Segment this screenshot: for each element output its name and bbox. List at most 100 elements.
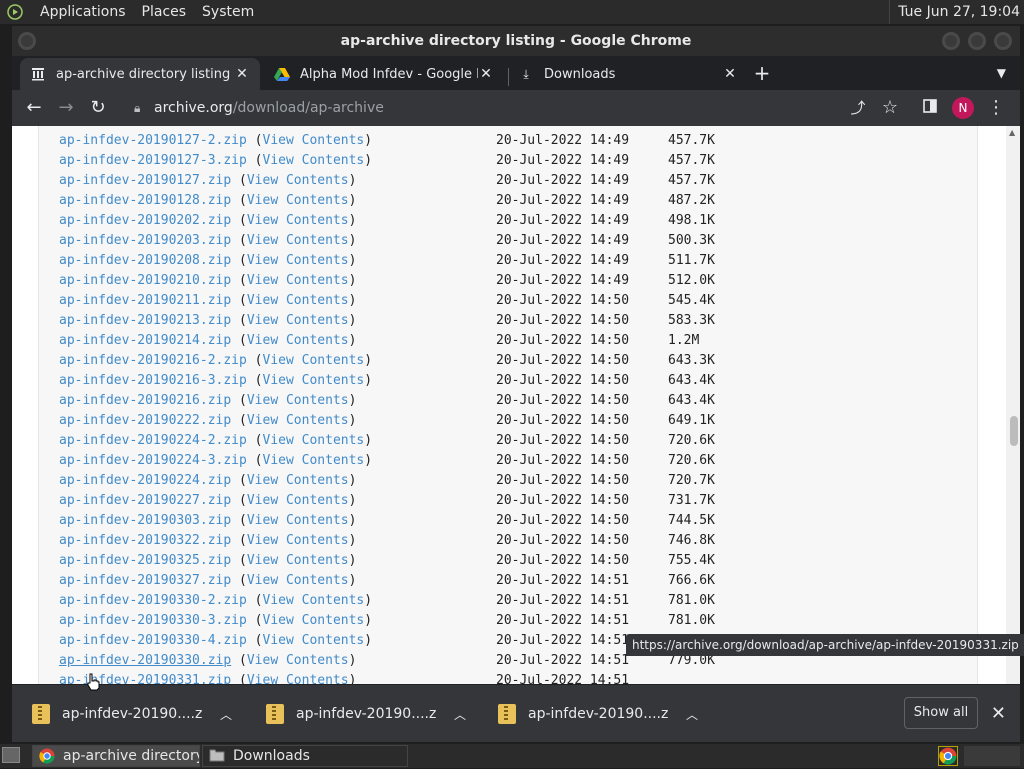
view-contents-link[interactable]: View Contents bbox=[247, 253, 349, 268]
forward-button[interactable]: → bbox=[54, 96, 78, 120]
file-link[interactable]: ap-infdev-20190224-3.zip bbox=[59, 453, 247, 468]
file-link[interactable]: ap-infdev-20190227.zip bbox=[59, 493, 231, 508]
more-menu-icon[interactable]: ⋮ bbox=[984, 96, 1008, 120]
bookmark-star-icon[interactable]: ☆ bbox=[878, 96, 902, 120]
reload-button[interactable]: ↻ bbox=[86, 96, 110, 120]
show-desktop-icon[interactable] bbox=[2, 747, 20, 763]
file-link[interactable]: ap-infdev-20190127-2.zip bbox=[59, 133, 247, 148]
file-link[interactable]: ap-infdev-20190330-3.zip bbox=[59, 613, 247, 628]
file-link[interactable]: ap-infdev-20190213.zip bbox=[59, 313, 231, 328]
window-titlebar[interactable]: ap-archive directory listing - Google Ch… bbox=[12, 26, 1020, 56]
maximize-button[interactable] bbox=[968, 32, 986, 50]
view-contents-link[interactable]: View Contents bbox=[263, 593, 365, 608]
tab-downloads[interactable]: ⤓ Downloads ✕ bbox=[508, 58, 748, 90]
file-link[interactable]: ap-infdev-20190211.zip bbox=[59, 293, 231, 308]
view-contents-link[interactable]: View Contents bbox=[247, 233, 349, 248]
file-link[interactable]: ap-infdev-20190330-4.zip bbox=[59, 633, 247, 648]
download-item[interactable]: ap-infdev-20190....zip ︿ bbox=[498, 697, 702, 731]
chevron-up-icon[interactable]: ︿ bbox=[216, 706, 236, 723]
view-contents-link[interactable]: View Contents bbox=[247, 333, 349, 348]
view-contents-link[interactable]: View Contents bbox=[247, 533, 349, 548]
view-contents-link[interactable]: View Contents bbox=[247, 213, 349, 228]
close-tab-icon[interactable]: ✕ bbox=[234, 66, 250, 82]
chevron-up-icon[interactable]: ︿ bbox=[682, 706, 702, 723]
file-link[interactable]: ap-infdev-20190327.zip bbox=[59, 573, 231, 588]
view-contents-link[interactable]: View Contents bbox=[263, 133, 365, 148]
share-icon[interactable]: ⤴ bbox=[846, 96, 870, 120]
taskbar-item-chrome[interactable]: ap-archive directory... bbox=[32, 745, 200, 767]
distro-logo-icon[interactable] bbox=[6, 3, 24, 21]
show-all-button[interactable]: Show all bbox=[904, 697, 978, 729]
close-tab-icon[interactable]: ✕ bbox=[722, 66, 738, 82]
lock-icon[interactable]: 🔒︎ bbox=[134, 94, 140, 122]
view-contents-link[interactable]: View Contents bbox=[247, 293, 349, 308]
minimize-button[interactable] bbox=[942, 32, 960, 50]
view-contents-link[interactable]: View Contents bbox=[247, 273, 349, 288]
scrollbar-thumb[interactable] bbox=[1010, 416, 1018, 446]
file-link[interactable]: ap-infdev-20190214.zip bbox=[59, 333, 231, 348]
workspace-switcher[interactable] bbox=[964, 746, 1020, 766]
file-link[interactable]: ap-infdev-20190216-3.zip bbox=[59, 373, 247, 388]
file-link[interactable]: ap-infdev-20190325.zip bbox=[59, 553, 231, 568]
view-contents-link[interactable]: View Contents bbox=[247, 173, 349, 188]
view-contents-link[interactable]: View Contents bbox=[247, 193, 349, 208]
side-panel-icon[interactable] bbox=[918, 96, 942, 120]
close-window-button[interactable] bbox=[994, 32, 1012, 50]
file-link[interactable]: ap-infdev-20190222.zip bbox=[59, 413, 231, 428]
tab-ap-archive[interactable]: ap-archive directory listing ✕ bbox=[20, 58, 260, 90]
view-contents-link[interactable]: View Contents bbox=[247, 393, 349, 408]
file-link[interactable]: ap-infdev-20190303.zip bbox=[59, 513, 231, 528]
close-tab-icon[interactable]: ✕ bbox=[478, 66, 494, 82]
view-contents-link[interactable]: View Contents bbox=[247, 413, 349, 428]
view-contents-link[interactable]: View Contents bbox=[247, 493, 349, 508]
new-tab-button[interactable]: + bbox=[750, 62, 774, 86]
profile-avatar[interactable]: N bbox=[952, 97, 974, 119]
vertical-scrollbar[interactable]: ▲ bbox=[1006, 126, 1020, 684]
file-link[interactable]: ap-infdev-20190330-2.zip bbox=[59, 593, 247, 608]
applications-menu[interactable]: Applications bbox=[32, 0, 134, 24]
view-contents-link[interactable]: View Contents bbox=[247, 573, 349, 588]
download-item[interactable]: ap-infdev-20190....zip ︿ bbox=[32, 697, 236, 731]
file-link[interactable]: ap-infdev-20190208.zip bbox=[59, 253, 231, 268]
file-link[interactable]: ap-infdev-20190224.zip bbox=[59, 473, 231, 488]
file-link[interactable]: ap-infdev-20190203.zip bbox=[59, 233, 231, 248]
back-button[interactable]: ← bbox=[22, 96, 46, 120]
file-link[interactable]: ap-infdev-20190127.zip bbox=[59, 173, 231, 188]
view-contents-link[interactable]: View Contents bbox=[263, 633, 365, 648]
chevron-up-icon[interactable]: ︿ bbox=[450, 706, 470, 723]
file-link[interactable]: ap-infdev-20190216-2.zip bbox=[59, 353, 247, 368]
file-link[interactable]: ap-infdev-20190330.zip bbox=[59, 653, 231, 668]
file-link[interactable]: ap-infdev-20190216.zip bbox=[59, 393, 231, 408]
file-link[interactable]: ap-infdev-20190322.zip bbox=[59, 533, 231, 548]
view-contents-link[interactable]: View Contents bbox=[247, 313, 349, 328]
taskbar-item-downloads[interactable]: Downloads bbox=[202, 745, 408, 767]
scroll-up-icon[interactable]: ▲ bbox=[1009, 128, 1015, 137]
view-contents-link[interactable]: View Contents bbox=[263, 453, 365, 468]
file-link[interactable]: ap-infdev-20190127-3.zip bbox=[59, 153, 247, 168]
file-link[interactable]: ap-infdev-20190128.zip bbox=[59, 193, 231, 208]
system-menu[interactable]: System bbox=[194, 0, 262, 24]
tab-search-chevron-icon[interactable]: ▼ bbox=[997, 66, 1006, 80]
view-contents-link[interactable]: View Contents bbox=[263, 613, 365, 628]
view-contents-link[interactable]: View Contents bbox=[263, 153, 365, 168]
address-bar[interactable]: 🔒︎ archive.org/download/ap-archive bbox=[124, 94, 908, 122]
file-link[interactable]: ap-infdev-20190202.zip bbox=[59, 213, 231, 228]
view-contents-link[interactable]: View Contents bbox=[263, 433, 365, 448]
file-link[interactable]: ap-infdev-20190224-2.zip bbox=[59, 433, 247, 448]
view-contents-link[interactable]: View Contents bbox=[247, 513, 349, 528]
tab-google-drive[interactable]: Alpha Mod Infdev - Google Dri ✕ bbox=[264, 58, 504, 90]
file-link[interactable]: ap-infdev-20190331.zip bbox=[59, 673, 231, 684]
view-contents-link[interactable]: View Contents bbox=[247, 673, 349, 684]
download-item[interactable]: ap-infdev-20190....zip ︿ bbox=[266, 697, 470, 731]
view-contents-link[interactable]: View Contents bbox=[247, 553, 349, 568]
view-contents-link[interactable]: View Contents bbox=[247, 653, 349, 668]
file-link[interactable]: ap-infdev-20190210.zip bbox=[59, 273, 231, 288]
view-contents-link[interactable]: View Contents bbox=[263, 373, 365, 388]
window-menu-icon[interactable] bbox=[18, 32, 36, 50]
clock[interactable]: Tue Jun 27, 19:04 bbox=[889, 0, 1020, 24]
places-menu[interactable]: Places bbox=[134, 0, 195, 24]
view-contents-link[interactable]: View Contents bbox=[247, 473, 349, 488]
chrome-tray-icon[interactable] bbox=[938, 746, 958, 766]
close-shelf-icon[interactable]: ✕ bbox=[991, 703, 1006, 724]
view-contents-link[interactable]: View Contents bbox=[263, 353, 365, 368]
